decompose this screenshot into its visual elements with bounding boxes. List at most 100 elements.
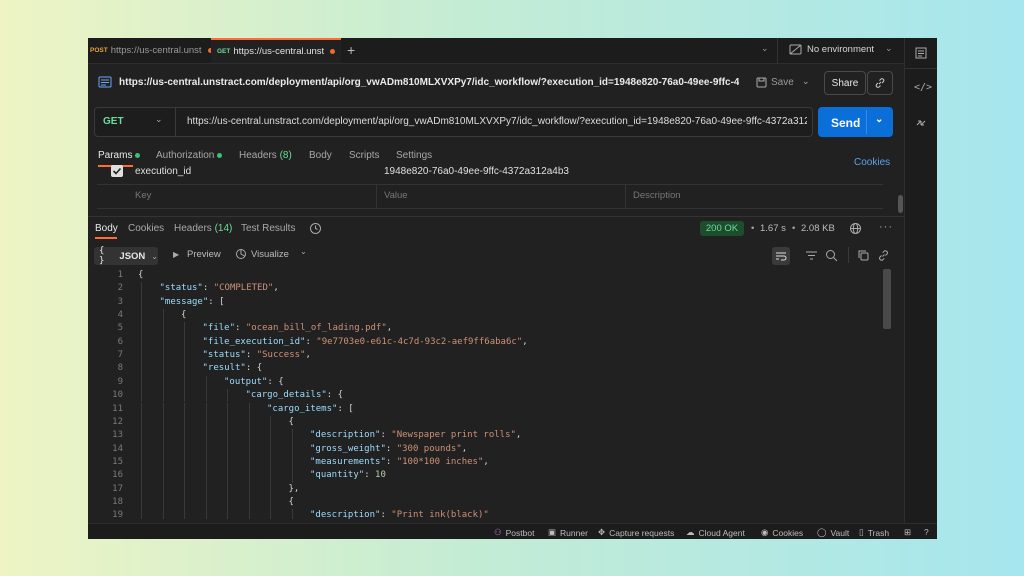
send-options-chevron-icon[interactable]: ⌄ (875, 114, 883, 125)
preview-button[interactable]: Preview (187, 249, 221, 260)
line-number: 12 (112, 416, 123, 427)
params-scrollbar[interactable] (898, 195, 903, 213)
tab-headers[interactable]: Headers (8) (239, 150, 292, 161)
indent-guide (141, 482, 142, 496)
tab-url: https://us-central.unst (233, 46, 325, 57)
indent-guide (184, 469, 185, 483)
code-line: "output": { (224, 376, 284, 387)
response-time[interactable]: 1.67 s (760, 223, 786, 234)
code-scrollbar[interactable] (883, 269, 891, 329)
param-key[interactable]: execution_id (135, 166, 191, 177)
play-icon: ▶ (173, 250, 180, 259)
divider (777, 38, 778, 63)
method-chevron-icon[interactable]: ⌄ (155, 114, 163, 125)
tab-settings[interactable]: Settings (396, 150, 432, 161)
tab-method-get: GET (217, 48, 231, 55)
indent-guide (162, 349, 164, 363)
tab-response-cookies[interactable]: Cookies (128, 223, 164, 234)
help-icon[interactable]: ? (924, 527, 929, 537)
indent-guide (291, 509, 293, 519)
network-icon[interactable] (849, 222, 862, 235)
http-request-icon (98, 76, 112, 88)
related-collections-icon[interactable] (914, 116, 928, 130)
new-tab-plus-icon[interactable]: + (347, 43, 355, 57)
indent-guide (141, 295, 142, 310)
indent-guide (141, 375, 142, 390)
json-braces-icon: { } (99, 246, 105, 266)
param-value[interactable]: 1948e820-76a0-49ee-9ffc-4372a312a4b3 (384, 166, 569, 177)
response-size[interactable]: 2.08 KB (801, 223, 835, 234)
cookies-button[interactable]: ◉ Cookies (761, 527, 803, 538)
tab-response-headers[interactable]: Headers (14) (174, 223, 232, 234)
save-chevron-icon[interactable]: ⌄ (802, 76, 810, 87)
indent-guide (291, 429, 293, 443)
tabs-dropdown-chevron-icon[interactable]: ⌄ (761, 43, 769, 54)
environment-chevron-icon[interactable]: ⌄ (885, 43, 893, 54)
indent-guide (248, 455, 250, 470)
filter-icon[interactable] (805, 249, 818, 262)
environment-selector[interactable]: No environment (807, 44, 874, 55)
indent-guide (184, 442, 185, 456)
indent-guide (162, 495, 164, 510)
status-badge[interactable]: 200 OK (700, 221, 744, 236)
right-sidebar: </> (904, 38, 937, 526)
tab-params[interactable]: Params (98, 150, 141, 161)
param-checkbox[interactable] (111, 165, 123, 177)
line-number: 17 (112, 483, 123, 494)
response-body-code[interactable]: 1 {2 "status": "COMPLETED", 3 "message": [4 {… (88, 269, 888, 519)
history-icon[interactable] (309, 222, 322, 235)
share-button[interactable]: Share (824, 71, 866, 95)
active-tab-underline (95, 237, 117, 239)
runner-icon: ▣ (548, 527, 557, 537)
tab-test-results[interactable]: Test Results (241, 223, 295, 234)
format-selector[interactable]: { } JSON ⌄ (94, 246, 158, 266)
no-environment-icon (789, 44, 802, 55)
line-number: 6 (117, 336, 123, 347)
runner-button[interactable]: ▣ Runner (548, 527, 588, 538)
request-title[interactable]: https://us-central.unstract.com/deployme… (119, 77, 739, 88)
wrap-lines-button[interactable] (772, 247, 790, 265)
copy-link-button[interactable] (867, 71, 893, 95)
indent-guide (248, 482, 250, 496)
documentation-icon[interactable] (914, 46, 928, 60)
postbot-button[interactable]: ⚇ Postbot (494, 527, 534, 538)
code-line: "gross_weight": "300 pounds", (310, 443, 468, 454)
layout-icon[interactable]: ⊞ (904, 527, 911, 538)
capture-requests-button[interactable]: ✥ Capture requests (598, 527, 674, 538)
param-key-placeholder[interactable]: Key (135, 190, 151, 201)
param-description-placeholder[interactable]: Description (633, 190, 681, 201)
tab-body[interactable]: Body (309, 150, 332, 161)
code-line: "file_execution_id": "9e7703e0-e61c-4c7d… (202, 336, 528, 347)
indent-guide (162, 375, 164, 390)
param-value-placeholder[interactable]: Value (384, 190, 408, 201)
code-line: "description": "Newspaper print rolls", (310, 430, 522, 441)
line-number: 8 (117, 363, 123, 374)
indent-guide (205, 402, 207, 416)
tab-response-body[interactable]: Body (95, 223, 118, 234)
tab-authorization[interactable]: Authorization (156, 150, 223, 161)
cloud-agent-button[interactable]: ☁ Cloud Agent (686, 527, 745, 538)
indent-guide (227, 402, 228, 416)
search-icon[interactable] (825, 249, 838, 262)
indent-guide (141, 282, 142, 296)
indent-guide (184, 322, 185, 336)
code-line: "file": "ocean_bill_of_lading.pdf", (202, 323, 393, 334)
vault-button[interactable]: ◯ Vault (817, 527, 849, 538)
send-button[interactable]: Send ⌄ (818, 107, 893, 137)
visualize-icon (235, 248, 247, 260)
trash-button[interactable]: ▯ Trash (859, 527, 889, 538)
visualize-button[interactable]: Visualize (251, 249, 289, 260)
visualize-chevron-icon[interactable]: ⌄ (300, 247, 307, 256)
request-tab-post[interactable]: POST https://us-central.unst (90, 38, 213, 63)
tab-scripts[interactable]: Scripts (349, 150, 380, 161)
more-options-icon[interactable]: ··· (879, 221, 893, 233)
link-icon[interactable] (877, 249, 890, 262)
code-snippet-icon[interactable]: </> (914, 82, 932, 96)
indent-guide (227, 415, 228, 430)
indent-guide (205, 375, 207, 390)
copy-icon[interactable] (857, 249, 870, 262)
method-selector[interactable]: GET (103, 116, 124, 127)
save-button[interactable]: Save (771, 77, 794, 88)
request-tab-get[interactable]: GET https://us-central.unst (211, 38, 342, 63)
url-input[interactable]: https://us-central.unstract.com/deployme… (187, 116, 807, 127)
